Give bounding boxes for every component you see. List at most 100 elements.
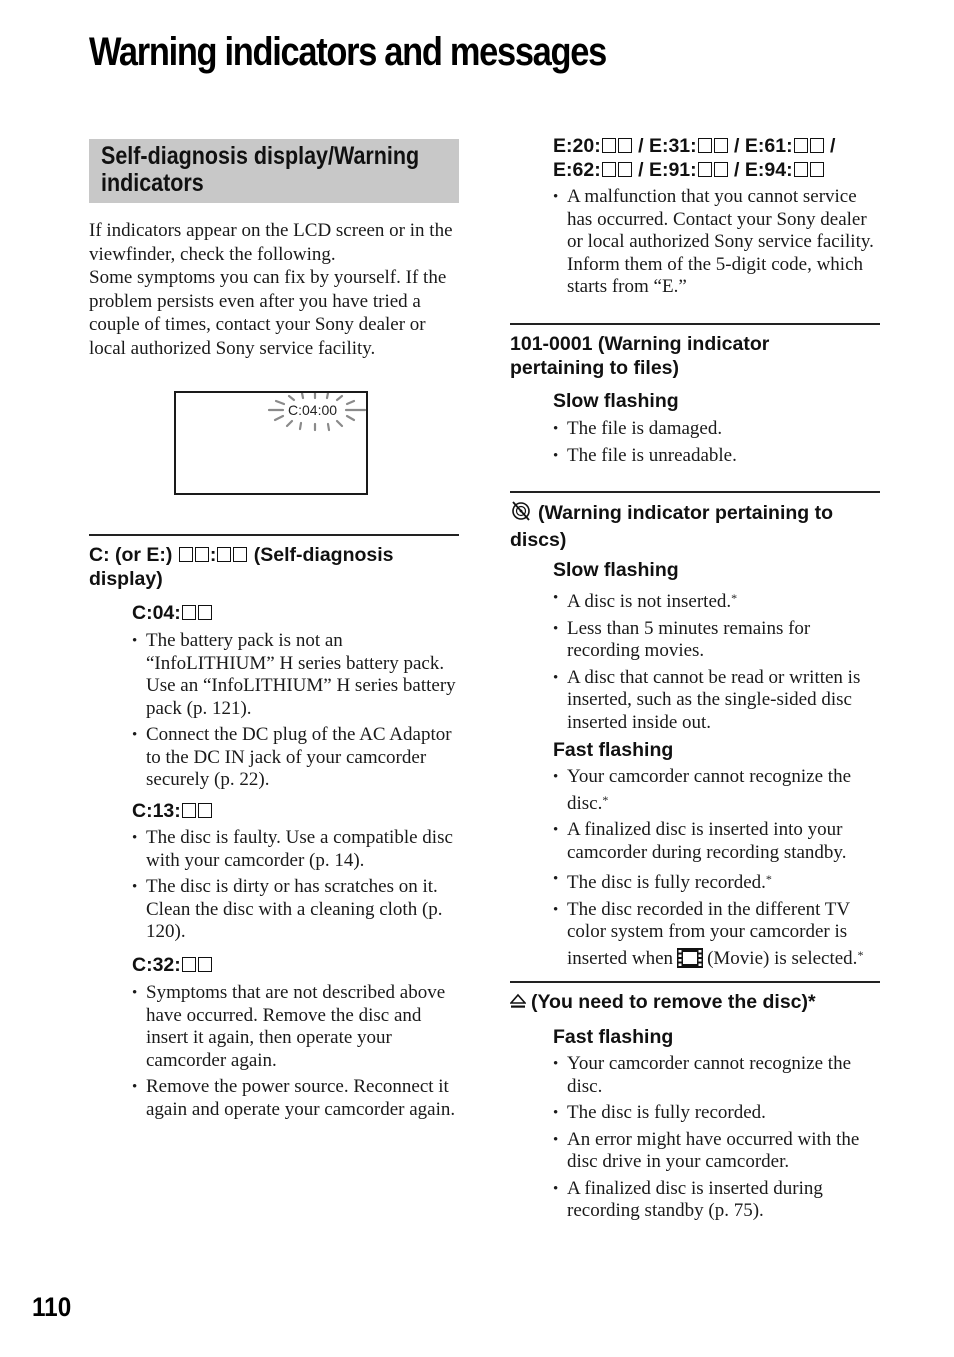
placeholder-box-icon: [233, 547, 248, 562]
placeholder-box-icon: [697, 138, 712, 153]
footnote-mark: *: [765, 872, 772, 886]
placeholder-box-icon: [713, 162, 728, 177]
files-slow-flashing-label: Slow flashing: [553, 390, 679, 412]
code-label: / E:91:: [632, 159, 697, 181]
item-text: Less than 5 minutes remains for recordin…: [567, 617, 811, 662]
files-slow-list: The file is damaged. The file is unreada…: [553, 418, 883, 471]
placeholder-box-icon: [197, 605, 212, 620]
code-label: / E:31:: [632, 135, 697, 157]
list-item: A finalized disc is inserted during reco…: [553, 1178, 883, 1223]
item-text: A disc is not inserted.: [567, 591, 732, 612]
placeholder-box-icon: [697, 162, 712, 177]
list-item: The disc is fully recorded.: [553, 1102, 883, 1125]
code-label: C:13:: [132, 800, 181, 822]
list-item: Symptoms that are not described above ha…: [132, 982, 462, 1072]
item-text: (Movie) is selected.: [707, 947, 858, 969]
heading-line1: (Warning indicator pertaining to: [538, 502, 834, 524]
list-item: A disc is not inserted.*: [553, 587, 883, 614]
eject-icon: [509, 991, 527, 1015]
intro-paragraph-2: Some symptoms you can fix by yourself. I…: [89, 267, 447, 359]
list-item: Your camcorder cannot recognize the disc…: [553, 766, 883, 815]
placeholder-box-icon: [181, 957, 196, 972]
placeholder-box-icon: [194, 547, 209, 562]
heading-suffix: (Self-diagnosis: [248, 544, 394, 566]
page-title: Warning indicators and messages: [89, 30, 607, 74]
code-label: C:04:: [132, 602, 181, 624]
placeholder-box-icon: [181, 803, 196, 818]
code-heading-c04: C:04:: [132, 601, 213, 625]
item-text: Your camcorder cannot recognize the disc…: [567, 766, 852, 814]
code-label: / E:61:: [728, 135, 793, 157]
c04-list: The battery pack is not an “InfoLITHIUM”…: [132, 630, 462, 796]
list-item: Your camcorder cannot recognize the disc…: [553, 1053, 883, 1098]
item-text: The disc is fully recorded.: [567, 872, 766, 893]
movie-film-icon: [677, 947, 704, 975]
remove-fast-flashing-label: Fast flashing: [553, 1026, 674, 1048]
placeholder-box-icon: [217, 547, 232, 562]
placeholder-box-icon: [809, 162, 824, 177]
section-heading-line1: Self-diagnosis display/Warning: [101, 142, 420, 170]
item-text: A finalized disc is inserted into your c…: [567, 819, 847, 863]
heading-text: (You need to remove the disc)*: [531, 991, 816, 1013]
heading-prefix: C: (or E:): [89, 544, 178, 566]
heading-line2: discs): [510, 529, 567, 551]
list-item: A disc that cannot be read or written is…: [553, 667, 883, 735]
item-text: A disc that cannot be read or written is…: [567, 666, 861, 733]
heading-line1: 101-0001 (Warning indicator: [510, 333, 770, 355]
placeholder-box-icon: [617, 138, 632, 153]
placeholder-box-icon: [809, 138, 824, 153]
placeholder-box-icon: [601, 162, 616, 177]
disc-fast-flashing-label: Fast flashing: [553, 739, 674, 761]
list-item: The disc recorded in the different TV co…: [553, 899, 883, 975]
e-codes-heading: E:20: / E:31: / E:61: / E:62: / E:91: / …: [553, 134, 893, 182]
placeholder-box-icon: [617, 162, 632, 177]
list-item: Less than 5 minutes remains for recordin…: [553, 618, 883, 663]
disc-fast-list: Your camcorder cannot recognize the disc…: [553, 766, 883, 978]
no-disc-icon: [510, 500, 532, 528]
lcd-screen-illustration: C:04:00: [174, 391, 368, 495]
e-codes-list: A malfunction that you cannot service ha…: [553, 186, 883, 303]
disc-warning-heading: (Warning indicator pertaining to discs): [510, 500, 885, 552]
list-item: The file is unreadable.: [553, 445, 883, 468]
list-item: The disc is dirty or has scratches on it…: [132, 876, 462, 944]
footnote-mark: *: [602, 792, 609, 807]
remove-disc-heading: (You need to remove the disc)*: [509, 990, 885, 1015]
code-label: E:62:: [553, 159, 601, 181]
intro-text: If indicators appear on the LCD screen o…: [89, 219, 461, 360]
code-label: C:32:: [132, 954, 181, 976]
list-item: The battery pack is not an “InfoLITHIUM”…: [132, 630, 462, 720]
code-label: /: [824, 135, 836, 157]
page-number: 110: [32, 1292, 72, 1322]
section-divider: [510, 981, 880, 983]
section-divider: [510, 323, 880, 325]
heading-separator: :: [209, 544, 217, 566]
footnote-mark: *: [857, 947, 864, 962]
placeholder-box-icon: [181, 605, 196, 620]
heading-line2: display): [89, 568, 163, 590]
footnote-mark: *: [731, 591, 738, 605]
section-heading: Self-diagnosis display/Warning indicator…: [89, 139, 459, 203]
disc-slow-flashing-label: Slow flashing: [553, 559, 679, 581]
list-item: A malfunction that you cannot service ha…: [553, 186, 883, 299]
list-item: The file is damaged.: [553, 418, 883, 441]
code-label: E:20:: [553, 135, 601, 157]
list-item: An error might have occurred with the di…: [553, 1129, 883, 1174]
list-item: The disc is faulty. Use a compatible dis…: [132, 827, 462, 872]
list-item: Connect the DC plug of the AC Adaptor to…: [132, 724, 462, 792]
section-heading-line2: indicators: [101, 169, 204, 197]
list-item: Remove the power source. Reconnect it ag…: [132, 1076, 462, 1121]
section-divider: [89, 534, 459, 536]
placeholder-box-icon: [793, 138, 808, 153]
code-label: / E:94:: [728, 159, 793, 181]
remove-fast-list: Your camcorder cannot recognize the disc…: [553, 1053, 883, 1227]
placeholder-box-icon: [197, 957, 212, 972]
disc-slow-list: A disc is not inserted.* Less than 5 min…: [553, 587, 883, 738]
c13-list: The disc is faulty. Use a compatible dis…: [132, 827, 462, 948]
placeholder-box-icon: [601, 138, 616, 153]
flash-rays-icon: [267, 393, 367, 432]
list-item: The disc is fully recorded.*: [553, 868, 883, 895]
files-warning-heading: 101-0001 (Warning indicator pertaining t…: [510, 332, 880, 380]
placeholder-box-icon: [713, 138, 728, 153]
list-item: A finalized disc is inserted into your c…: [553, 819, 883, 864]
self-diagnosis-heading: C: (or E:) : (Self-diagnosis display): [89, 543, 459, 591]
